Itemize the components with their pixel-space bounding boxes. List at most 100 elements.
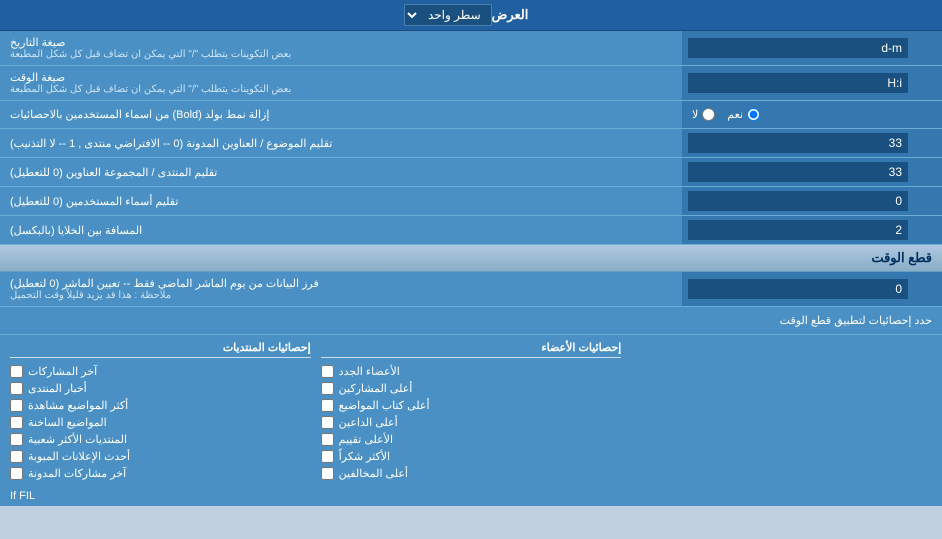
checkbox-label: أكثر المواضيع مشاهدة bbox=[28, 399, 128, 412]
checkbox-item: أكثر المواضيع مشاهدة bbox=[10, 399, 311, 412]
row-realtime-days: فرز البيانات من يوم الماشر الماضي فقط --… bbox=[0, 272, 942, 307]
time-format-input[interactable] bbox=[688, 73, 908, 93]
checkbox-input[interactable] bbox=[10, 433, 23, 446]
forum-subject-label-cell: تقليم الموضوع / العناوين المدونة (0 -- ا… bbox=[0, 129, 682, 157]
radio-no-input[interactable] bbox=[702, 108, 715, 121]
trim-usernames-input-cell bbox=[682, 187, 942, 215]
display-label: العرض bbox=[492, 7, 529, 23]
forum-subject-input[interactable] bbox=[688, 133, 908, 153]
realtime-header-label: قطع الوقت bbox=[871, 250, 932, 265]
checkbox-label: أعلى المشاركين bbox=[339, 382, 413, 395]
checkbox-input[interactable] bbox=[10, 399, 23, 412]
main-container: العرض سطر واحدسطرينثلاثة أسطر صيغة التار… bbox=[0, 0, 942, 506]
realtime-section-header: قطع الوقت bbox=[0, 245, 942, 272]
forum-align-label: تقليم المنتدى / المجموعة العناوين (0 للت… bbox=[10, 166, 217, 179]
checkbox-item: أخبار المنتدى bbox=[10, 382, 311, 395]
trim-usernames-label-cell: تقليم أسماء المستخدمين (0 للتعطيل) bbox=[0, 187, 682, 215]
time-format-sublabel: بعض التكوينات يتطلب "/" التي يمكن ان تضا… bbox=[10, 84, 291, 95]
row-cell-spacing: المسافة بين الخلايا (بالبكسل) bbox=[0, 216, 942, 245]
forum-subject-input-cell bbox=[682, 129, 942, 157]
radio-no[interactable]: لا bbox=[692, 108, 715, 121]
row-date-format: صيغة التاريخ بعض التكوينات يتطلب "/" الت… bbox=[0, 31, 942, 66]
col1-header: إحصائيات المنتديات bbox=[10, 341, 311, 358]
date-format-input-cell bbox=[682, 31, 942, 65]
checkbox-label: الأعضاء الجدد bbox=[339, 365, 400, 378]
checkbox-input[interactable] bbox=[321, 399, 334, 412]
checkbox-label: أعلى كتاب المواضيع bbox=[339, 399, 430, 412]
date-format-input[interactable] bbox=[688, 38, 908, 58]
time-format-label: صيغة الوقت bbox=[10, 71, 65, 84]
checkbox-item: الأعضاء الجدد bbox=[321, 365, 622, 378]
display-select[interactable]: سطر واحدسطرينثلاثة أسطر bbox=[404, 4, 492, 26]
date-format-sublabel: بعض التكوينات يتطلب "/" التي يمكن ان تضا… bbox=[10, 49, 291, 60]
stats-limit-label-cell: حدد إحصائيات لتطبيق قطع الوقت bbox=[0, 307, 942, 334]
col2-header: إحصائيات الأعضاء bbox=[321, 341, 622, 358]
checkbox-col-members: إحصائيات الأعضاء الأعضاء الجدد أعلى المش… bbox=[321, 341, 622, 480]
checkbox-item: المواضيع الساخنة bbox=[10, 416, 311, 429]
checkbox-item: أعلى المخالفين bbox=[321, 467, 622, 480]
bold-remove-label-cell: إزالة نمط بولد (Bold) من اسماء المستخدمي… bbox=[0, 101, 682, 128]
cell-spacing-input-cell bbox=[682, 216, 942, 244]
radio-no-label: لا bbox=[692, 108, 698, 121]
row-forum-align: تقليم المنتدى / المجموعة العناوين (0 للت… bbox=[0, 158, 942, 187]
checkbox-item: أعلى كتاب المواضيع bbox=[321, 399, 622, 412]
checkbox-label: آخر المشاركات bbox=[28, 365, 97, 378]
realtime-days-sublabel: ملاحظة : هذا قد يزيد قليلاً وقت التحميل bbox=[10, 290, 171, 301]
cell-spacing-input[interactable] bbox=[688, 220, 908, 240]
checkbox-label: أحدث الإعلانات المبوبة bbox=[28, 450, 130, 463]
checkbox-label: أخبار المنتدى bbox=[28, 382, 87, 395]
checkbox-input[interactable] bbox=[10, 382, 23, 395]
checkbox-item: آخر المشاركات bbox=[10, 365, 311, 378]
checkbox-label: أعلى المخالفين bbox=[339, 467, 408, 480]
radio-yes-label: نعم bbox=[727, 108, 743, 121]
time-format-input-cell bbox=[682, 66, 942, 100]
date-format-label-cell: صيغة التاريخ بعض التكوينات يتطلب "/" الت… bbox=[0, 31, 682, 65]
forum-align-input-cell bbox=[682, 158, 942, 186]
checkbox-input[interactable] bbox=[321, 382, 334, 395]
bottom-text-area: If FIL bbox=[0, 486, 942, 506]
checkbox-item: أعلى المشاركين bbox=[321, 382, 622, 395]
checkbox-item: آخر مشاركات المدونة bbox=[10, 467, 311, 480]
checkbox-input[interactable] bbox=[321, 433, 334, 446]
bold-remove-label: إزالة نمط بولد (Bold) من اسماء المستخدمي… bbox=[10, 108, 269, 121]
checkbox-input[interactable] bbox=[321, 365, 334, 378]
row-time-format: صيغة الوقت بعض التكوينات يتطلب "/" التي … bbox=[0, 66, 942, 101]
radio-yes[interactable]: نعم bbox=[727, 108, 760, 121]
trim-usernames-label: تقليم أسماء المستخدمين (0 للتعطيل) bbox=[10, 195, 178, 208]
checkbox-input[interactable] bbox=[321, 416, 334, 429]
time-format-label-cell: صيغة الوقت بعض التكوينات يتطلب "/" التي … bbox=[0, 66, 682, 100]
checkbox-input[interactable] bbox=[10, 467, 23, 480]
forum-align-input[interactable] bbox=[688, 162, 908, 182]
checkbox-input[interactable] bbox=[10, 416, 23, 429]
checkbox-col-empty bbox=[631, 341, 932, 480]
realtime-days-label: فرز البيانات من يوم الماشر الماضي فقط --… bbox=[10, 277, 319, 290]
trim-usernames-input[interactable] bbox=[688, 191, 908, 211]
radio-yes-input[interactable] bbox=[747, 108, 760, 121]
checkbox-item: الأكثر شكراً bbox=[321, 450, 622, 463]
checkbox-input[interactable] bbox=[321, 450, 334, 463]
checkboxes-area: إحصائيات المنتديات آخر المشاركات أخبار ا… bbox=[0, 335, 942, 486]
realtime-days-input[interactable] bbox=[688, 279, 908, 299]
checkbox-item: أعلى الداعين bbox=[321, 416, 622, 429]
row-trim-usernames: تقليم أسماء المستخدمين (0 للتعطيل) bbox=[0, 187, 942, 216]
checkbox-input[interactable] bbox=[321, 467, 334, 480]
date-format-label: صيغة التاريخ bbox=[10, 36, 65, 49]
checkbox-col-forum: إحصائيات المنتديات آخر المشاركات أخبار ا… bbox=[10, 341, 311, 480]
row-bold-remove: إزالة نمط بولد (Bold) من اسماء المستخدمي… bbox=[0, 101, 942, 129]
checkbox-input[interactable] bbox=[10, 365, 23, 378]
checkbox-item: المنتديات الأكثر شعبية bbox=[10, 433, 311, 446]
checkbox-label: الأعلى تقييم bbox=[339, 433, 393, 446]
stats-limit-label: حدد إحصائيات لتطبيق قطع الوقت bbox=[780, 314, 932, 327]
forum-align-label-cell: تقليم المنتدى / المجموعة العناوين (0 للت… bbox=[0, 158, 682, 186]
checkbox-label: أعلى الداعين bbox=[339, 416, 398, 429]
checkbox-label: الأكثر شكراً bbox=[339, 450, 390, 463]
checkbox-label: المواضيع الساخنة bbox=[28, 416, 107, 429]
row-stats-limit: حدد إحصائيات لتطبيق قطع الوقت bbox=[0, 307, 942, 335]
cell-spacing-label-cell: المسافة بين الخلايا (بالبكسل) bbox=[0, 216, 682, 244]
realtime-days-input-cell bbox=[682, 272, 942, 306]
row-forum-subject: تقليم الموضوع / العناوين المدونة (0 -- ا… bbox=[0, 129, 942, 158]
forum-subject-label: تقليم الموضوع / العناوين المدونة (0 -- ا… bbox=[10, 137, 332, 150]
title-row: العرض سطر واحدسطرينثلاثة أسطر bbox=[0, 0, 942, 31]
checkbox-label: المنتديات الأكثر شعبية bbox=[28, 433, 127, 446]
checkbox-input[interactable] bbox=[10, 450, 23, 463]
